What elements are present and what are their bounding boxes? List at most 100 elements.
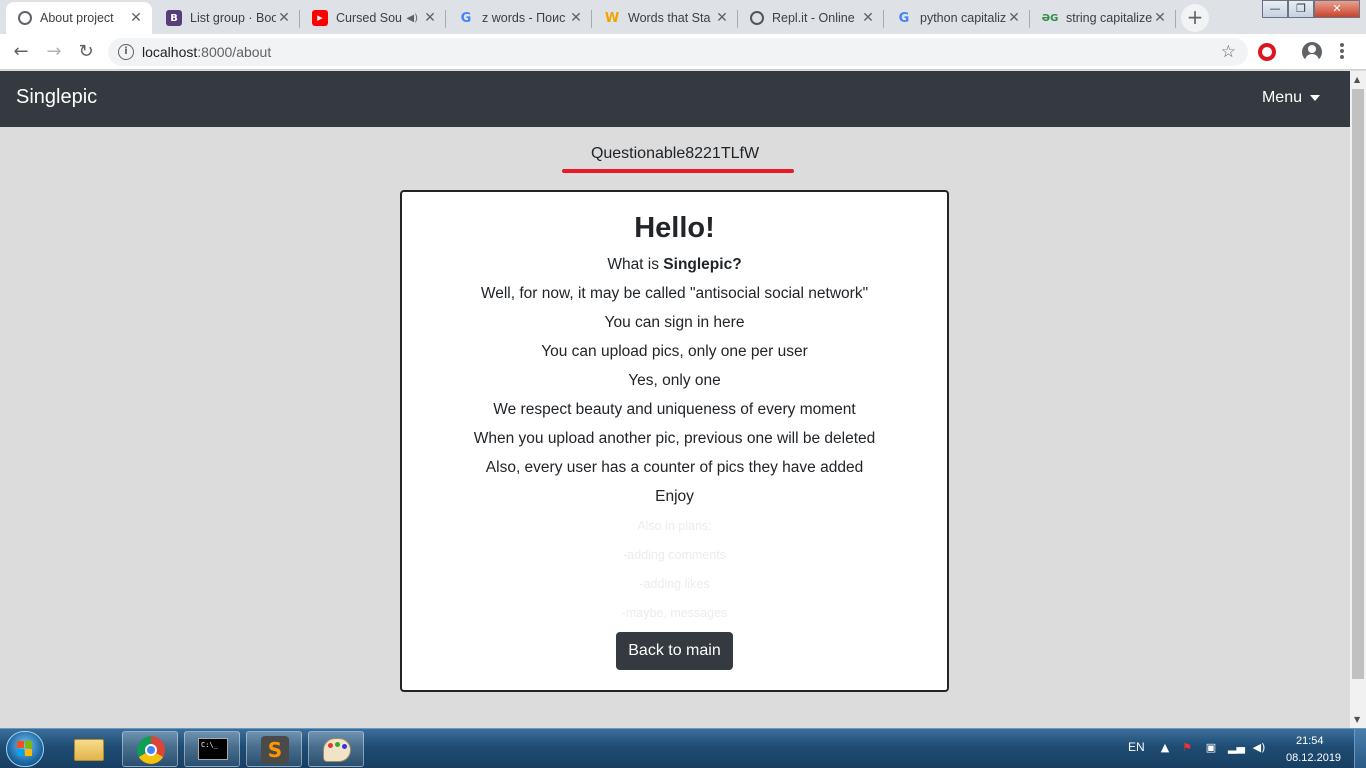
page-viewport: Singlepic Menu Questionable8221TLfW Hell… <box>0 71 1350 728</box>
sublime-text-icon: S <box>261 736 289 764</box>
tab-title: string capitalize <box>1066 11 1152 25</box>
close-icon[interactable]: ✕ <box>860 10 876 26</box>
clock-date[interactable]: 08.12.2019 <box>1286 752 1341 764</box>
site-navbar: Singlepic Menu <box>0 71 1350 127</box>
show-desktop-button[interactable] <box>1354 729 1366 768</box>
new-tab-button[interactable]: + <box>1181 4 1209 32</box>
bookmark-star-icon[interactable]: ☆ <box>1221 42 1236 62</box>
replit-icon <box>750 11 764 25</box>
tab-title: Repl.it - Online <box>772 11 855 25</box>
google-icon: G <box>460 10 472 26</box>
terminal-icon: C:\_ <box>198 738 228 760</box>
about-line: We respect beauty and uniqueness of ever… <box>493 401 856 418</box>
folder-icon <box>74 739 104 761</box>
close-icon[interactable]: ✕ <box>568 10 584 26</box>
tab-cursed-sound[interactable]: ▶ Cursed Sou ◀) ✕ <box>300 2 446 34</box>
info-icon[interactable]: i <box>118 44 134 60</box>
network-signal-icon[interactable]: ▂▄ <box>1228 741 1245 755</box>
about-line: Enjoy <box>655 488 694 505</box>
tab-list-group[interactable]: B List group · Boo ✕ <box>154 2 300 34</box>
page-scrollbar[interactable]: ▲ ▼ <box>1350 71 1366 728</box>
cmd-taskbar-button[interactable]: C:\_ <box>184 731 240 767</box>
paint-taskbar-button[interactable] <box>308 731 364 767</box>
device-icon[interactable]: ▣ <box>1204 741 1218 755</box>
close-icon[interactable]: ✕ <box>1006 10 1022 26</box>
forward-arrow-icon[interactable]: → <box>42 40 66 64</box>
about-line: Well, for now, it may be called "antisoc… <box>480 285 869 302</box>
scroll-down-icon[interactable]: ▼ <box>1354 715 1360 724</box>
plans-line: -adding likes <box>639 577 710 591</box>
close-window-button[interactable]: ✕ <box>1314 0 1360 18</box>
youtube-icon: ▶ <box>312 10 328 26</box>
close-icon[interactable]: ✕ <box>422 10 438 26</box>
close-icon[interactable]: ✕ <box>1152 10 1168 26</box>
show-hidden-icons-icon[interactable]: ▲ <box>1158 741 1172 755</box>
tab-words-that-start[interactable]: W Words that Sta ✕ <box>592 2 738 34</box>
tab-title: Cursed Sou <box>336 11 403 25</box>
google-icon: G <box>898 10 910 26</box>
action-center-flag-icon[interactable]: ⚑ <box>1180 741 1194 755</box>
tab-title: python capitaliz <box>920 11 1006 25</box>
tab-strip: About project ✕ B List group · Boo ✕ ▶ C… <box>0 0 1366 34</box>
chrome-taskbar-button[interactable] <box>122 731 178 767</box>
more-menu-icon[interactable] <box>1340 43 1344 61</box>
menu-label: Menu <box>1261 89 1302 106</box>
close-icon[interactable]: ✕ <box>128 10 144 26</box>
clock-time[interactable]: 21:54 <box>1296 735 1324 747</box>
globe-icon <box>18 11 32 25</box>
chrome-icon <box>137 736 165 764</box>
minimize-button[interactable]: — <box>1262 0 1288 18</box>
about-line: Also, every user has a counter of pics t… <box>485 459 864 476</box>
url-text[interactable]: localhost:8000/about <box>142 44 271 60</box>
about-card: Hello! What is Singlepic? Well, for now,… <box>400 190 949 692</box>
volume-icon[interactable]: ◀) <box>1252 741 1266 755</box>
close-icon[interactable]: ✕ <box>276 10 292 26</box>
what-is-line: What is Singlepic? <box>607 256 742 273</box>
back-to-main-button[interactable]: Back to main <box>616 632 733 670</box>
geeksforgeeks-icon: ƏG <box>1041 12 1059 24</box>
tab-replit[interactable]: Repl.it - Online ✕ <box>738 2 884 34</box>
profile-avatar-icon[interactable] <box>1302 42 1322 62</box>
file-explorer-taskbar-button[interactable] <box>60 731 116 767</box>
close-icon[interactable]: ✕ <box>714 10 730 26</box>
reload-icon[interactable]: ↻ <box>74 40 98 64</box>
tab-string-capitalize[interactable]: ƏG string capitalize ✕ <box>1030 2 1176 34</box>
tab-title: Words that Sta <box>628 11 711 25</box>
back-arrow-icon[interactable]: ← <box>9 40 33 64</box>
menu-dropdown[interactable]: Menu <box>1262 89 1320 107</box>
maximize-button[interactable]: ❐ <box>1288 0 1314 18</box>
browser-toolbar: ← → ↻ i localhost:8000/about ☆ <box>0 34 1366 70</box>
opera-extension-icon[interactable] <box>1258 43 1276 61</box>
scrollbar-thumb[interactable] <box>1352 89 1364 679</box>
address-bar[interactable]: i localhost:8000/about ☆ <box>108 38 1248 66</box>
about-line: You can sign in here <box>604 314 745 331</box>
brand-bold: Singlepic? <box>663 256 742 273</box>
tab-title: About project <box>40 11 114 25</box>
paint-palette-icon <box>323 738 351 762</box>
tab-title: List group · Boo <box>190 11 276 25</box>
tab-z-words[interactable]: G z words - Поис ✕ <box>446 2 592 34</box>
tab-python-capitalize[interactable]: G python capitaliz ✕ <box>884 2 1030 34</box>
language-indicator[interactable]: EN <box>1128 740 1145 754</box>
tab-separator <box>1175 10 1176 28</box>
speaker-icon[interactable]: ◀) <box>406 13 418 24</box>
about-line: When you upload another pic, previous on… <box>473 430 876 447</box>
about-line: You can upload pics, only one per user <box>541 343 808 360</box>
plans-line: -maybe, messages <box>621 606 728 620</box>
about-line: Yes, only one <box>628 372 721 389</box>
start-button[interactable] <box>6 731 44 767</box>
tab-title: z words - Поис <box>482 11 566 25</box>
scroll-up-icon[interactable]: ▲ <box>1354 75 1360 84</box>
plans-line: -adding comments <box>623 548 726 562</box>
sublime-taskbar-button[interactable]: S <box>246 731 302 767</box>
plans-line: Also in plans: <box>637 519 712 533</box>
windows-logo-icon <box>17 741 33 757</box>
tab-about-project[interactable]: About project ✕ <box>6 2 152 34</box>
page-title: Hello! <box>634 212 715 244</box>
username-underline <box>562 169 794 173</box>
username: Questionable8221TLfW <box>590 145 760 162</box>
w-icon: W <box>604 10 620 26</box>
caret-down-icon <box>1310 95 1320 101</box>
brand-link[interactable]: Singlepic <box>16 86 97 109</box>
bootstrap-icon: B <box>166 10 182 26</box>
